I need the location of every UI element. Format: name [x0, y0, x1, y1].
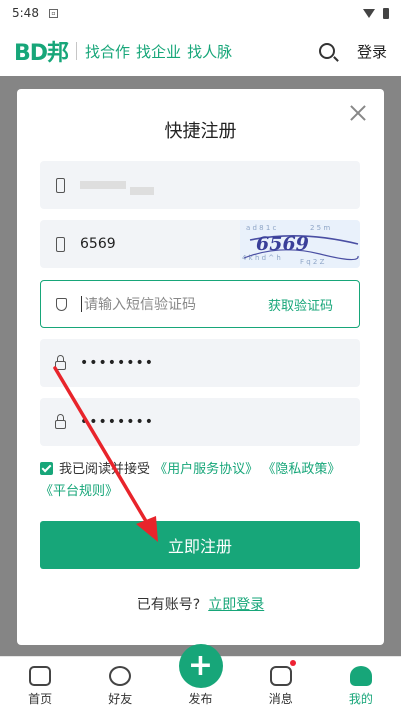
app-header: BD邦 找合作 找企业 找人脉 登录 [0, 26, 401, 76]
captcha-field[interactable]: 6569 a d 8 1 c 4 k h d ^ h F q 2 Z 2 5 m… [40, 220, 360, 268]
captcha-image[interactable]: a d 8 1 c 4 k h d ^ h F q 2 Z 2 5 m 6569 [240, 220, 360, 268]
agreement-row: 我已阅读并接受 《用户服务协议》 《隐私政策》 《平台规则》 [40, 459, 360, 503]
shield-icon [55, 297, 67, 311]
agree-checkbox[interactable] [40, 462, 53, 475]
have-account-row: 已有账号? 立即登录 [17, 594, 384, 614]
header-divider [76, 42, 78, 60]
header-login-link[interactable]: 登录 [357, 41, 387, 62]
friends-icon [109, 666, 132, 686]
lock-icon [54, 413, 66, 429]
tab-label: 我的 [348, 692, 373, 706]
svg-text:2 5 m: 2 5 m [310, 224, 330, 232]
confirm-password-value: •••••••• [80, 414, 155, 430]
user-icon [349, 666, 372, 686]
status-time: 5:48 [12, 6, 39, 20]
text-caret [81, 296, 82, 312]
svg-text:4 k h d ^ h: 4 k h d ^ h [242, 254, 281, 262]
battery-icon [383, 7, 389, 19]
login-now-link[interactable]: 立即登录 [208, 597, 264, 613]
phone-field[interactable] [40, 161, 360, 209]
plus-icon[interactable]: + [178, 644, 223, 688]
password-value: •••••••• [80, 355, 155, 371]
sms-code-placeholder: 请输入短信验证码 [84, 297, 196, 313]
agree-text: 我已阅读并接受 [59, 462, 151, 477]
search-icon[interactable] [318, 43, 335, 59]
nav-find-network[interactable]: 找人脉 [187, 41, 232, 62]
lock-icon [54, 354, 66, 370]
tab-profile[interactable]: 我的 [321, 657, 401, 713]
password-field[interactable]: •••••••• [40, 339, 360, 387]
nav-find-company[interactable]: 找企业 [136, 41, 181, 62]
nav-find-partner[interactable]: 找合作 [85, 41, 130, 62]
privacy-policy-link[interactable]: 《隐私政策》 [262, 462, 340, 477]
tab-friends[interactable]: 好友 [80, 657, 160, 713]
header-nav: 找合作 找企业 找人脉 [85, 41, 232, 62]
modal-title: 快捷注册 [164, 121, 237, 142]
tab-label: 好友 [108, 692, 133, 706]
user-agreement-link[interactable]: 《用户服务协议》 [154, 462, 258, 477]
phone-icon [55, 236, 65, 252]
sms-code-field[interactable]: 请输入短信验证码 获取验证码 [40, 280, 360, 328]
briefcase-icon [29, 666, 52, 686]
phone-value-redacted [80, 175, 154, 195]
svg-text:F q 2 Z: F q 2 Z [300, 258, 325, 266]
confirm-password-field[interactable]: •••••••• [40, 398, 360, 446]
redaction-block [80, 181, 126, 189]
close-icon[interactable] [348, 103, 368, 123]
platform-rules-link[interactable]: 《平台规则》 [40, 484, 118, 499]
get-code-button[interactable]: 获取验证码 [268, 295, 333, 314]
captcha-text: 6569 [256, 233, 309, 255]
unread-dot [290, 660, 297, 666]
svg-text:a d 8 1 c: a d 8 1 c [246, 224, 277, 232]
tab-messages[interactable]: 消息 [241, 657, 321, 713]
sim-icon: ▫ [48, 8, 58, 18]
tab-label: 发布 [188, 692, 213, 706]
have-account-text: 已有账号? [136, 597, 201, 613]
register-button[interactable]: 立即注册 [40, 521, 360, 569]
wifi-icon [363, 8, 375, 18]
status-bar: 5:48 ▫ [0, 0, 401, 26]
captcha-input-value: 6569 [80, 236, 116, 252]
redaction-block [130, 187, 154, 195]
tab-label: 消息 [268, 692, 293, 706]
chat-icon [269, 666, 292, 686]
phone-icon [55, 177, 65, 193]
tab-label: 首页 [28, 692, 53, 706]
app-logo: BD邦 [14, 41, 69, 66]
bottom-tabbar: 首页 好友 + 发布 消息 我的 [0, 644, 401, 713]
tab-home[interactable]: 首页 [0, 657, 80, 713]
register-modal: 快捷注册 6569 a d 8 1 c 4 k h d ^ h F q 2 Z … [17, 89, 384, 645]
tab-publish[interactable]: + 发布 [160, 644, 240, 713]
